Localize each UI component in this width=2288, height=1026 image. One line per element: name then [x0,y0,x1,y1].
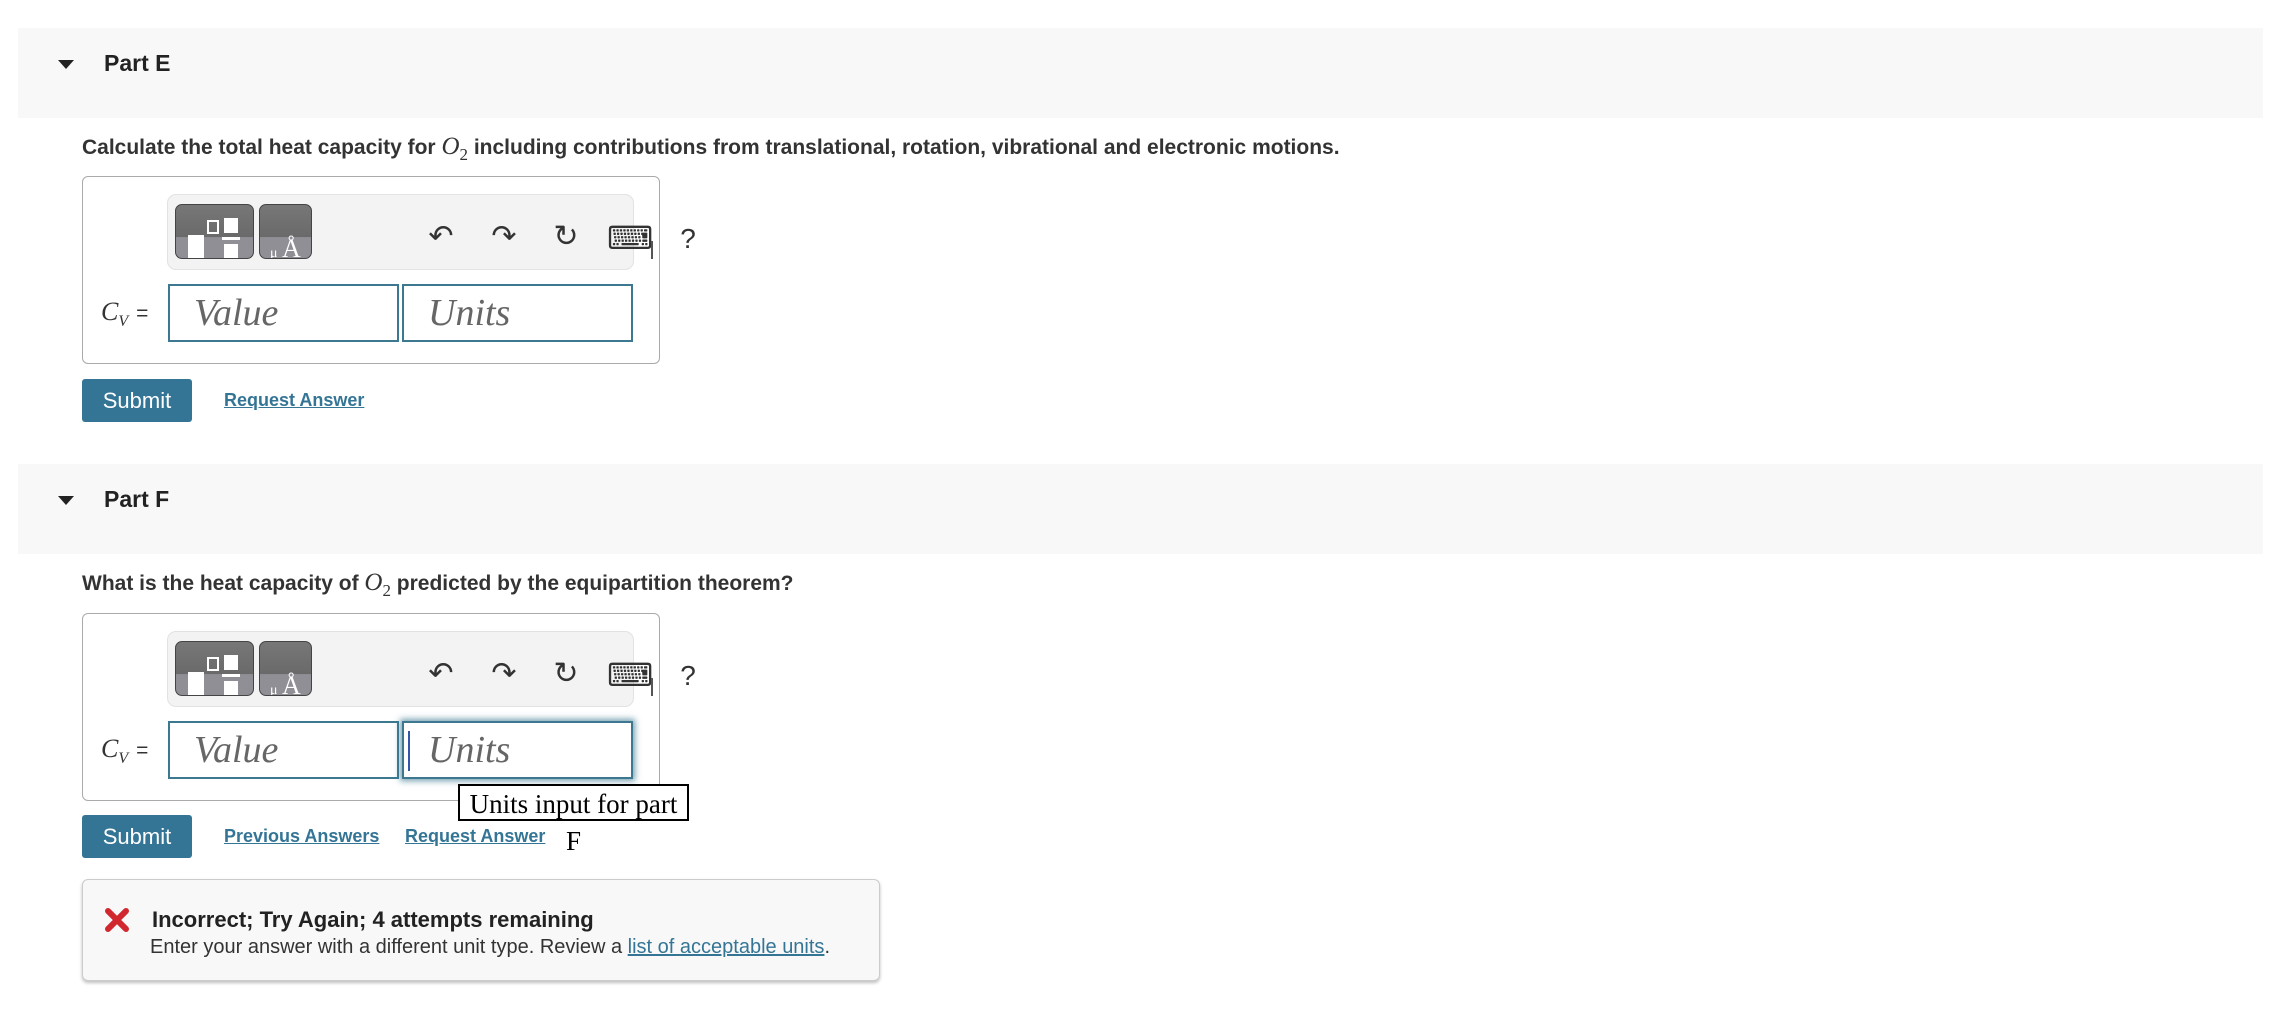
question-text: What is the heat capacity of O2 predicte… [82,569,794,601]
answer-box: μ Å ↶ ↷ ↻ ⌨ ? CV = Value Units [82,176,696,364]
templates-button[interactable] [175,204,254,259]
molecule-symbol: O [441,133,460,160]
reset-icon[interactable]: ↻ [546,222,586,252]
answer-label-symbol: C [101,734,119,763]
templates-icon [188,218,240,258]
reset-icon[interactable]: ↻ [546,659,586,689]
molecule-formula: O2 [441,133,468,164]
units-angstrom-icon: μ Å [270,234,301,258]
units-angstrom-icon: μ Å [270,671,301,695]
svg-text:Å: Å [282,234,301,258]
answer-label-subscript: V [118,313,129,331]
part-title: Part F [104,486,170,512]
question-text-after: including contributions from translation… [468,136,1340,159]
undo-icon[interactable]: ↶ [421,659,461,689]
keyboard-icon[interactable]: ⌨ [607,222,653,254]
toolbar-divider [651,678,653,696]
answer-label-symbol: C [101,297,119,326]
request-answer-link[interactable]: Request Answer [224,390,364,411]
units-button[interactable]: μ Å [259,641,312,696]
answer-label: CV = [101,297,148,331]
feedback-title: Incorrect; Try Again; 4 attempts remaini… [152,907,594,932]
units-placeholder: Units [428,729,511,771]
part-title: Part E [104,50,171,76]
collapse-caret-icon[interactable] [58,60,74,69]
templates-button[interactable] [175,641,254,696]
molecule-subscript: 2 [459,145,469,164]
part-e-header[interactable]: Part E [18,28,2263,118]
acceptable-units-link[interactable]: list of acceptable units [628,936,825,958]
answer-label-subscript: V [118,750,129,768]
units-button[interactable]: μ Å [259,204,312,259]
svg-text:μ: μ [270,683,278,695]
molecule-symbol: O [364,569,383,596]
help-icon[interactable]: ? [668,225,708,253]
feedback-message-text: Enter your answer with a different unit … [150,936,628,958]
math-toolbar: μ Å ↶ ↷ ↻ ⌨ ? [167,631,696,707]
feedback-message-end: . [824,936,830,958]
units-input-tooltip: Units input for part F [458,784,689,856]
templates-icon [188,655,240,695]
x-mark-icon [105,908,129,932]
units-input-focused[interactable]: Units [402,721,633,779]
equals-sign: = [136,302,149,325]
math-toolbar: μ Å ↶ ↷ ↻ ⌨ ? [167,194,696,270]
equals-sign: = [136,739,149,762]
molecule-formula: O2 [364,569,391,600]
text-caret [408,731,410,771]
question-text-after: predicted by the equipartition theorem? [390,572,794,595]
answer-box: μ Å ↶ ↷ ↻ ⌨ ? CV = Value Units [82,613,696,801]
feedback-message: Enter your answer with a different unit … [150,936,830,959]
part-f-header[interactable]: Part F [18,464,2263,554]
feedback-box: Incorrect; Try Again; 4 attempts remaini… [82,879,880,981]
question-text: Calculate the total heat capacity for O2… [82,133,1340,165]
redo-icon[interactable]: ↷ [484,222,524,252]
toolbar-divider [651,241,653,259]
question-text-before: What is the heat capacity of [82,572,365,595]
submit-button[interactable]: Submit [82,815,192,858]
redo-icon[interactable]: ↷ [484,659,524,689]
value-input[interactable]: Value [168,284,399,342]
request-answer-link[interactable]: Request Answer [405,826,545,847]
molecule-subscript: 2 [382,581,391,600]
units-input[interactable]: Units [402,284,633,342]
undo-icon[interactable]: ↶ [421,222,461,252]
collapse-caret-icon[interactable] [58,496,74,505]
answer-label: CV = [101,734,148,768]
svg-text:μ: μ [270,246,278,258]
value-input[interactable]: Value [168,721,399,779]
previous-answers-link[interactable]: Previous Answers [224,826,379,847]
help-icon[interactable]: ? [668,662,708,690]
svg-text:Å: Å [282,671,301,695]
question-text-before: Calculate the total heat capacity for [82,136,442,159]
keyboard-icon[interactable]: ⌨ [607,659,653,691]
submit-button[interactable]: Submit [82,379,192,422]
